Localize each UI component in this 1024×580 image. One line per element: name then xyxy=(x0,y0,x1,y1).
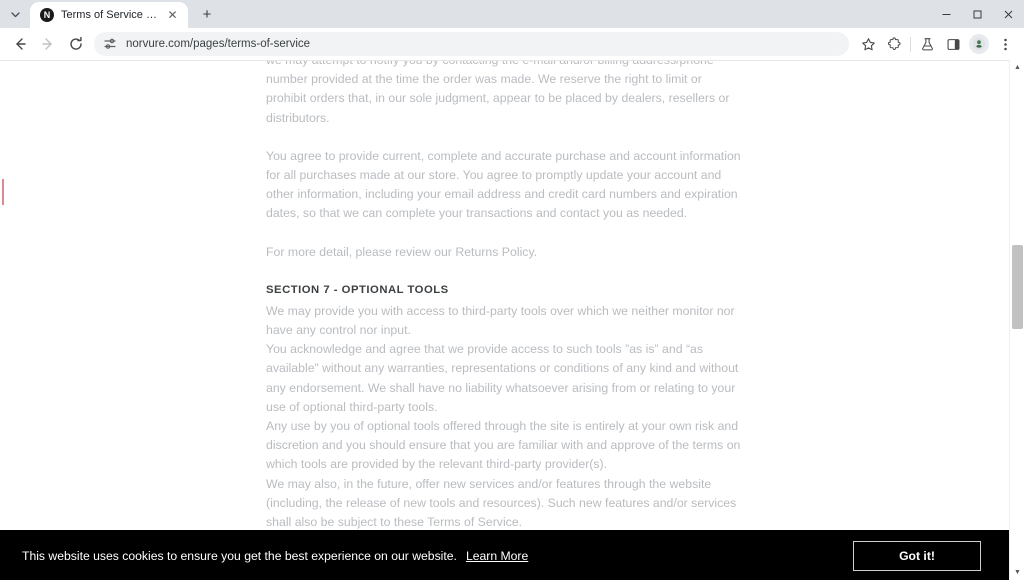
close-button[interactable] xyxy=(993,0,1024,28)
reload-button[interactable] xyxy=(62,30,90,58)
chevron-down-icon xyxy=(10,11,20,17)
paragraph-account-information: You agree to provide current, complete a… xyxy=(266,148,741,221)
reload-icon xyxy=(70,36,82,50)
toolbar-divider xyxy=(910,36,911,52)
minimize-icon xyxy=(942,13,951,15)
window-controls xyxy=(931,0,1024,28)
arrow-right-icon xyxy=(42,38,52,50)
flask-icon xyxy=(921,37,933,50)
maximize-button[interactable] xyxy=(962,0,993,28)
scrollbar-up-arrow[interactable]: ▲ xyxy=(1010,60,1024,75)
tune-icon[interactable] xyxy=(102,36,118,52)
profile-button[interactable] xyxy=(966,31,992,57)
page-scrollbar[interactable]: ▲ ▼ xyxy=(1009,60,1024,580)
section-7-line-3: Any use by you of optional tools offered… xyxy=(266,419,741,472)
extensions-button[interactable] xyxy=(881,31,907,57)
address-bar-url: norvure.com/pages/terms-of-service xyxy=(126,38,311,50)
kebab-menu-icon xyxy=(1003,38,1007,50)
paragraph-order-notification: we may attempt to notify you by contacti… xyxy=(266,61,730,125)
star-icon xyxy=(861,37,875,50)
tab-close-button[interactable]: ✕ xyxy=(165,8,180,23)
section-7-line-4: We may also, in the future, offer new se… xyxy=(266,476,737,530)
section-7-heading: SECTION 7 - OPTIONAL TOOLS xyxy=(266,283,449,296)
new-tab-button[interactable]: + xyxy=(194,1,220,27)
scrollbar-down-arrow[interactable]: ▼ xyxy=(1010,565,1024,580)
section-7-line-2: You acknowledge and agree that we provid… xyxy=(266,342,739,414)
avatar xyxy=(969,34,989,54)
maximize-icon xyxy=(973,10,982,18)
terms-of-service-content: we may attempt to notify you by contacti… xyxy=(266,61,744,580)
address-bar[interactable]: norvure.com/pages/terms-of-service xyxy=(94,32,849,56)
paragraph-returns-policy: For more detail, please review our Retur… xyxy=(266,244,538,259)
tab-favicon: N xyxy=(40,8,54,22)
side-panel-button[interactable] xyxy=(940,31,966,57)
section-7-optional-tools: SECTION 7 - OPTIONAL TOOLS We may provid… xyxy=(266,281,744,532)
browser-window: N Terms of Service – Norvure ✕ + xyxy=(0,0,1024,580)
side-panel-icon xyxy=(947,38,959,50)
tab-title: Terms of Service – Norvure xyxy=(61,9,158,21)
close-icon xyxy=(1004,10,1013,18)
minimize-button[interactable] xyxy=(931,0,962,28)
cookie-accept-button[interactable]: Got it! xyxy=(853,540,981,571)
back-button[interactable] xyxy=(6,30,34,58)
cookie-consent-banner: This website uses cookies to ensure you … xyxy=(0,530,1009,580)
cookie-banner-message: This website uses cookies to ensure you … xyxy=(22,548,457,563)
browser-toolbar: norvure.com/pages/terms-of-service xyxy=(0,28,1024,60)
forward-button[interactable] xyxy=(34,30,62,58)
puzzle-piece-icon xyxy=(887,36,900,50)
bookmark-button[interactable] xyxy=(855,31,881,57)
browser-tab[interactable]: N Terms of Service – Norvure ✕ xyxy=(30,2,188,28)
site-settings-sliders-icon xyxy=(104,38,116,49)
page-edge-marker xyxy=(2,179,4,205)
browser-menu-button[interactable] xyxy=(992,31,1018,57)
avatar-icon xyxy=(972,37,986,51)
tab-search-button[interactable] xyxy=(2,1,28,27)
labs-button[interactable] xyxy=(914,31,940,57)
scrollbar-thumb[interactable] xyxy=(1012,245,1023,329)
section-7-line-1: We may provide you with access to third-… xyxy=(266,303,735,338)
page-viewport: we may attempt to notify you by contacti… xyxy=(0,60,1024,580)
cookie-learn-more-link[interactable]: Learn More xyxy=(466,549,528,563)
arrow-left-icon xyxy=(16,38,26,50)
web-page: we may attempt to notify you by contacti… xyxy=(0,61,1009,580)
tab-strip: N Terms of Service – Norvure ✕ + xyxy=(0,0,1024,28)
